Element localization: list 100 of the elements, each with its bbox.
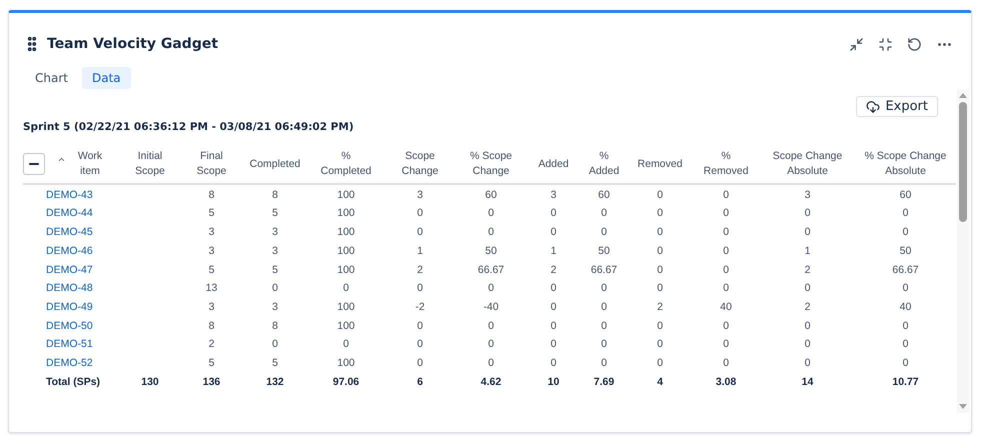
- table-cell: 0: [657, 244, 663, 257]
- table-cell: 0: [723, 338, 729, 350]
- table-cell: 0: [804, 226, 810, 238]
- table-cell: 60: [598, 188, 610, 201]
- table-cell: 0: [723, 282, 729, 294]
- table-cell: 60: [900, 188, 912, 201]
- table-cell: 0: [550, 282, 556, 294]
- total-cell: 14: [802, 376, 814, 388]
- cloud-download-icon: [866, 100, 880, 114]
- table-cell: 0: [417, 207, 423, 220]
- column-header[interactable]: % Added: [584, 149, 624, 180]
- work-item-link[interactable]: DEMO-43: [46, 188, 93, 201]
- table-cell: 0: [601, 207, 607, 220]
- column-header[interactable]: % Completed: [315, 149, 377, 180]
- column-header[interactable]: Scope Change Absolute: [768, 149, 848, 180]
- work-item-link[interactable]: DEMO-50: [46, 320, 93, 332]
- table-cell: 0: [601, 356, 607, 369]
- sprint-label: Sprint 5 (02/22/21 06:36:12 PM - 03/08/21 06:49:02 PM): [23, 121, 355, 133]
- table-cell: 66.67: [478, 264, 504, 276]
- tab[interactable]: Data: [82, 67, 131, 89]
- table-cell: 0: [657, 226, 663, 238]
- tab[interactable]: Chart: [25, 67, 78, 89]
- table-cell: 5: [208, 264, 214, 276]
- scrollbar[interactable]: [957, 89, 969, 413]
- table-cell: 3: [208, 226, 214, 238]
- table-cell: 2: [417, 264, 423, 276]
- total-label: Total (SPs): [46, 376, 100, 388]
- table-cell: 8: [208, 320, 214, 332]
- table-cell: 3: [208, 300, 214, 313]
- table-cell: 0: [488, 226, 494, 238]
- table-cell: 3: [417, 188, 423, 201]
- work-item-link[interactable]: DEMO-47: [46, 264, 93, 276]
- table-cell: 0: [723, 244, 729, 257]
- table-cell: 3: [550, 188, 556, 201]
- table-cell: 0: [417, 320, 423, 332]
- table-cell: 2: [657, 300, 663, 313]
- table-cell: 0: [550, 226, 556, 238]
- table-cell: 0: [488, 320, 494, 332]
- table-cell: 5: [272, 207, 278, 220]
- table-cell: 0: [804, 356, 810, 369]
- table-cell: 0: [601, 338, 607, 350]
- table-cell: 2: [208, 338, 214, 350]
- work-item-link[interactable]: DEMO-49: [46, 300, 93, 313]
- total-cell: 132: [266, 376, 284, 388]
- table-cell: 0: [657, 320, 663, 332]
- table-cell: 0: [417, 226, 423, 238]
- table-cell: 0: [550, 338, 556, 350]
- column-header[interactable]: % Scope Change Absolute: [862, 149, 950, 180]
- table-cell: 60: [485, 188, 497, 201]
- column-header[interactable]: Final Scope: [192, 149, 232, 180]
- table-cell: 0: [804, 207, 810, 220]
- table-cell: 0: [902, 207, 908, 220]
- column-header[interactable]: Completed: [250, 156, 300, 172]
- table-cell: 100: [337, 207, 355, 220]
- work-item-link[interactable]: DEMO-44: [46, 207, 93, 220]
- table-cell: 100: [337, 244, 355, 257]
- table-cell: 2: [550, 264, 556, 276]
- table-cell: -40: [483, 300, 499, 313]
- table-cell: 0: [550, 300, 556, 313]
- table-cell: 3: [208, 244, 214, 257]
- table-cell: 0: [657, 264, 663, 276]
- table-cell: 0: [601, 226, 607, 238]
- table-cell: 8: [272, 188, 278, 201]
- column-header[interactable]: Added: [538, 156, 569, 172]
- collapse-all-button[interactable]: [23, 153, 45, 176]
- table-cell: 100: [337, 188, 355, 201]
- table-cell: 5: [208, 356, 214, 369]
- column-header[interactable]: Initial Scope: [130, 149, 170, 180]
- table-cell: 0: [488, 356, 494, 369]
- table-cell: 100: [337, 320, 355, 332]
- work-item-link[interactable]: DEMO-45: [46, 226, 93, 238]
- table-cell: 66.67: [892, 264, 919, 276]
- work-item-link[interactable]: DEMO-48: [46, 282, 93, 294]
- table-cell: 0: [902, 320, 908, 332]
- column-header[interactable]: % Removed: [698, 149, 754, 180]
- table-cell: 100: [337, 300, 355, 313]
- table-cell: 0: [657, 338, 663, 350]
- column-header[interactable]: % Scope Change: [461, 149, 521, 180]
- table-cell: 8: [272, 320, 278, 332]
- minus-icon: [29, 163, 39, 166]
- work-item-link[interactable]: DEMO-52: [46, 356, 93, 369]
- table-cell: 0: [657, 282, 663, 294]
- column-header[interactable]: Removed: [638, 156, 682, 172]
- table-cell: 3: [272, 226, 278, 238]
- work-item-link[interactable]: DEMO-51: [46, 338, 93, 350]
- table-cell: 1: [804, 244, 810, 257]
- work-item-link[interactable]: DEMO-46: [46, 244, 93, 257]
- scrollbar-thumb[interactable]: [959, 102, 967, 222]
- total-cell: 7.69: [594, 376, 614, 388]
- table-cell: 0: [272, 338, 278, 350]
- column-header[interactable]: Work item: [70, 149, 110, 180]
- table-cell: 50: [598, 244, 610, 257]
- table-cell: 1: [550, 244, 556, 257]
- column-header[interactable]: Scope Change: [400, 149, 440, 180]
- table-cell: 0: [804, 338, 810, 350]
- table-cell: 3: [272, 244, 278, 257]
- table-cell: 0: [488, 207, 494, 220]
- table-cell: 0: [657, 356, 663, 369]
- table-cell: 0: [550, 207, 556, 220]
- export-button[interactable]: Export: [856, 96, 938, 117]
